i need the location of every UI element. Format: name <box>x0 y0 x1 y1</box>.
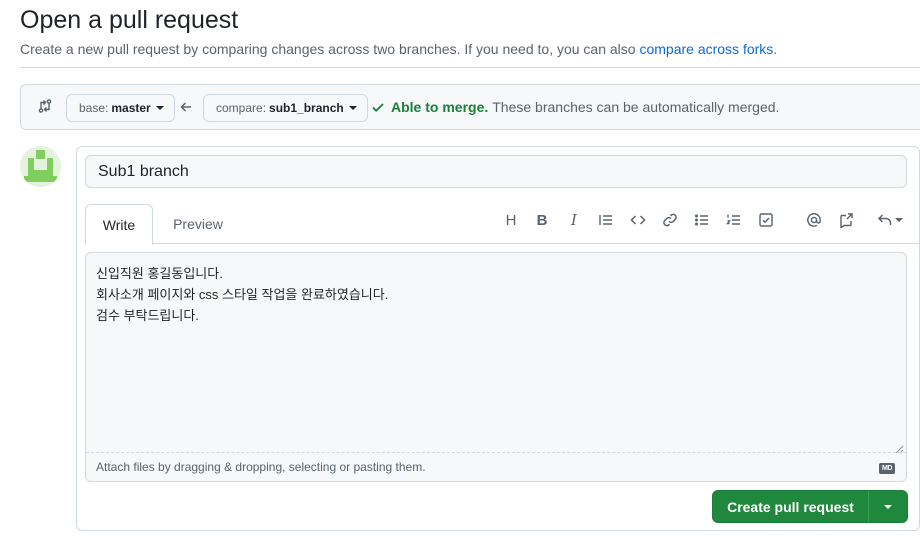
title-input[interactable]: Sub1 branch <box>85 155 907 188</box>
saved-replies-icon[interactable] <box>875 209 905 231</box>
create-pull-request-button[interactable]: Create pull request <box>712 490 908 523</box>
header-divider <box>20 67 920 68</box>
base-branch-button[interactable]: base: master <box>66 94 175 122</box>
tabs-divider <box>85 243 920 244</box>
avatar[interactable] <box>20 146 61 187</box>
task-list-icon[interactable] <box>755 209 777 231</box>
attach-divider <box>86 452 906 453</box>
page-subtitle: Create a new pull request by comparing c… <box>20 41 777 57</box>
create-options-dropdown[interactable] <box>869 491 907 522</box>
quote-icon[interactable] <box>595 209 617 231</box>
compare-label: compare: <box>216 101 267 115</box>
chevron-down-icon <box>155 106 164 110</box>
create-pull-request-label[interactable]: Create pull request <box>713 491 869 522</box>
pull-request-form: Sub1 branch Write Preview H B I 신입직원 홍길동… <box>76 146 920 531</box>
body-textarea[interactable]: 신입직원 홍길동입니다. 회사소개 페이지와 css 스타일 작업을 완료하였습… <box>85 252 907 482</box>
subtitle-period: . <box>773 41 778 57</box>
ordered-list-icon[interactable] <box>723 209 745 231</box>
bold-icon[interactable]: B <box>531 209 553 231</box>
heading-glyph: H <box>505 211 517 229</box>
compare-forks-link[interactable]: compare across forks <box>639 41 773 57</box>
git-compare-icon <box>37 98 53 114</box>
resize-handle[interactable] <box>894 441 904 454</box>
chevron-down-icon <box>895 218 903 222</box>
link-icon[interactable] <box>659 209 681 231</box>
code-icon[interactable] <box>627 209 649 231</box>
bold-glyph: B <box>536 211 548 229</box>
chevron-down-icon <box>884 504 892 509</box>
italic-glyph: I <box>571 211 577 229</box>
base-branch-name: master <box>111 101 151 115</box>
merge-detail-text: These branches can be automatically merg… <box>492 99 780 115</box>
cross-reference-icon[interactable] <box>835 209 857 231</box>
tab-write[interactable]: Write <box>85 204 153 245</box>
heading-icon[interactable]: H <box>500 209 522 231</box>
subtitle-text: Create a new pull request by comparing c… <box>20 41 640 57</box>
chevron-down-icon <box>348 106 357 110</box>
compare-branch-name: sub1_branch <box>269 101 344 115</box>
markdown-icon[interactable]: MD <box>879 463 895 474</box>
base-label: base: <box>79 101 109 115</box>
compare-branch-button[interactable]: compare: sub1_branch <box>203 94 368 122</box>
arrow-left-icon <box>179 100 193 114</box>
page-title: Open a pull request <box>20 6 239 34</box>
merge-status: Able to merge. These branches can be aut… <box>371 99 779 115</box>
merge-ok-text: Able to merge. <box>391 99 489 115</box>
italic-icon[interactable]: I <box>563 209 585 231</box>
attach-files-hint[interactable]: Attach files by dragging & dropping, sel… <box>96 460 426 474</box>
unordered-list-icon[interactable] <box>691 209 713 231</box>
tab-preview[interactable]: Preview <box>157 204 239 244</box>
mention-icon[interactable] <box>803 209 825 231</box>
check-icon <box>371 100 385 114</box>
compare-bar: base: master compare: sub1_branch Able to … <box>20 84 920 130</box>
body-text: 신입직원 홍길동입니다. 회사소개 페이지와 css 스타일 작업을 완료하였습… <box>96 266 389 323</box>
